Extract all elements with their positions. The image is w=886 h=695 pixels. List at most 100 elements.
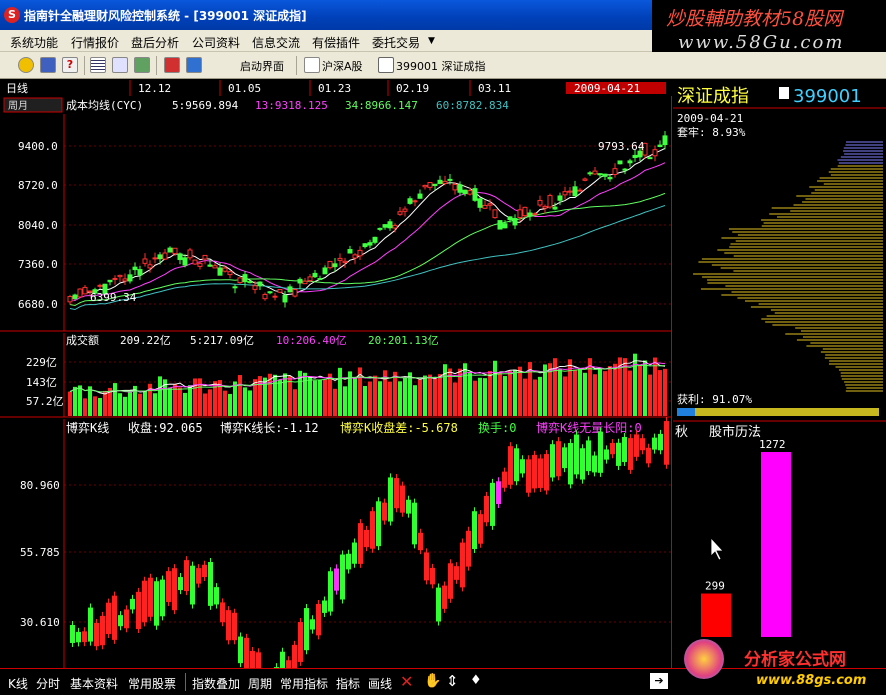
coin-icon[interactable] [18,57,34,73]
candle-body [442,180,448,184]
game-candle-body [460,542,465,588]
help-icon[interactable]: ? [62,57,78,73]
candle-body [162,252,168,260]
candle-body [612,168,618,175]
tab-timeshare[interactable]: 分时 [36,675,60,692]
market-button[interactable]: 沪深A股 [322,58,363,74]
volume-bar [628,370,632,416]
menu-more-arrow-icon[interactable]: ▼ [428,36,435,46]
game-candle-body [130,598,135,610]
analysis-icon[interactable] [134,57,150,73]
tab-common-indicators[interactable]: 常用指标 [280,675,328,692]
tab-fundamentals[interactable]: 基本资料 [70,675,118,692]
monitor-icon[interactable] [40,57,56,73]
profit-ratio: 获利: 91.07% [677,393,752,406]
chart-svg[interactable]: 日线 12.12 01.05 01.23 02.19 03.11 2009-04-21 … [0,80,672,695]
game-candle-body [598,431,603,473]
candle-body [462,189,468,195]
tab-indicators[interactable]: 指标 [336,675,360,692]
flower-logo-icon [684,639,724,679]
candle-body [367,242,373,246]
menu-system[interactable]: 系统功能 [10,34,58,51]
tab-autumn[interactable]: 秋 [675,425,688,440]
volume-bar [393,371,397,416]
current-stock-button[interactable]: 399001 深证成指 [396,58,486,74]
volume-bar [368,381,372,416]
menu-info[interactable]: 信息交流 [252,34,300,51]
period-switch-label: 周月 [8,100,28,112]
chart-area[interactable]: 日线 12.12 01.05 01.23 02.19 03.11 2009-04-21 … [0,80,672,695]
date-tick-label: 01.05 [228,82,261,95]
volume-bar [98,397,102,416]
candle-body [552,206,558,210]
candle-body [487,203,493,206]
volume-bar [193,378,197,416]
tab-period[interactable]: 周期 [248,675,272,692]
menu-plugins[interactable]: 有偿插件 [312,34,360,51]
bottom-tab-bar: K线 分时 基本资料 常用股票 指数叠加 周期 常用指标 指标 画线 ✕ ✋ ⇕… [0,639,886,695]
volume-bar [473,380,477,416]
candle-body [222,267,228,272]
hand-icon[interactable]: ✋ [424,673,441,689]
volume-bar [603,371,607,416]
candle-body [507,216,513,221]
game-candle-body [550,444,555,478]
volume-bar [278,379,282,416]
compass-app-icon[interactable]: S [4,7,20,23]
tab-kline[interactable]: K线 [8,675,28,692]
volume-bar [213,381,217,416]
volume-bar [353,378,357,416]
game-candle-body [478,514,483,544]
candle-body [377,227,383,230]
menu-bar: 系统功能 行情报价 盘后分析 公司资料 信息交流 有偿插件 委托交易 ▼ [0,30,652,52]
menu-company[interactable]: 公司资料 [192,34,240,51]
game-candle-body [454,566,459,580]
index-name: 深证成指 [677,86,749,107]
volume-bar [418,379,422,416]
delete-icon[interactable]: ✕ [400,672,413,691]
menu-trade[interactable]: 委托交易 [372,34,420,51]
volume-bar [188,385,192,416]
move-icon[interactable]: ⇕ [446,672,459,690]
ad-banner[interactable]: 炒股輔助教材58股网 www.58Gu.com [652,0,886,58]
volume-bar [638,365,642,416]
candle-body [72,294,78,300]
game-candle-body [514,448,519,482]
volume-bar [583,372,587,416]
chart-icon[interactable] [112,57,128,73]
candle-body [492,209,498,219]
game-candle-body [574,434,579,475]
report-icon[interactable] [186,57,202,73]
game-candle-body [322,600,327,613]
index-flag-icon[interactable] [779,87,789,99]
volume-bar [523,378,527,416]
ad-banner-url: www.58Gu.com [678,32,845,53]
candle-body [572,186,578,197]
expand-arrow-icon[interactable]: ➔ [650,673,668,689]
tab-index-overlay[interactable]: 指数叠加 [192,675,240,692]
game-candle-body [406,499,411,514]
startup-button[interactable]: 启动界面 [240,58,284,74]
tab-draw-line[interactable]: 画线 [368,675,392,692]
candle-body [452,183,458,191]
candle-body [342,260,348,263]
volume-bar [573,369,577,416]
menu-analysis[interactable]: 盘后分析 [131,34,179,51]
tab-favorites[interactable]: 常用股票 [128,675,176,692]
volume-bar [233,381,237,416]
flag-icon[interactable] [164,57,180,73]
y-tick-label: 7360.0 [18,258,58,271]
list-icon[interactable] [90,57,106,73]
menu-quotes[interactable]: 行情报价 [71,34,119,51]
game-candle-body [334,568,339,591]
volume-bar [593,374,597,416]
game-candle-body [298,622,303,662]
volume-bar [118,393,122,416]
candle-body [247,281,253,284]
candle-body [227,271,233,276]
volume-bar [408,372,412,416]
pin-icon[interactable]: ♦ [470,673,482,688]
candle-body [232,286,238,289]
game-candle-body [352,542,357,564]
stock-calendar-title: 股市历法 [709,424,761,440]
